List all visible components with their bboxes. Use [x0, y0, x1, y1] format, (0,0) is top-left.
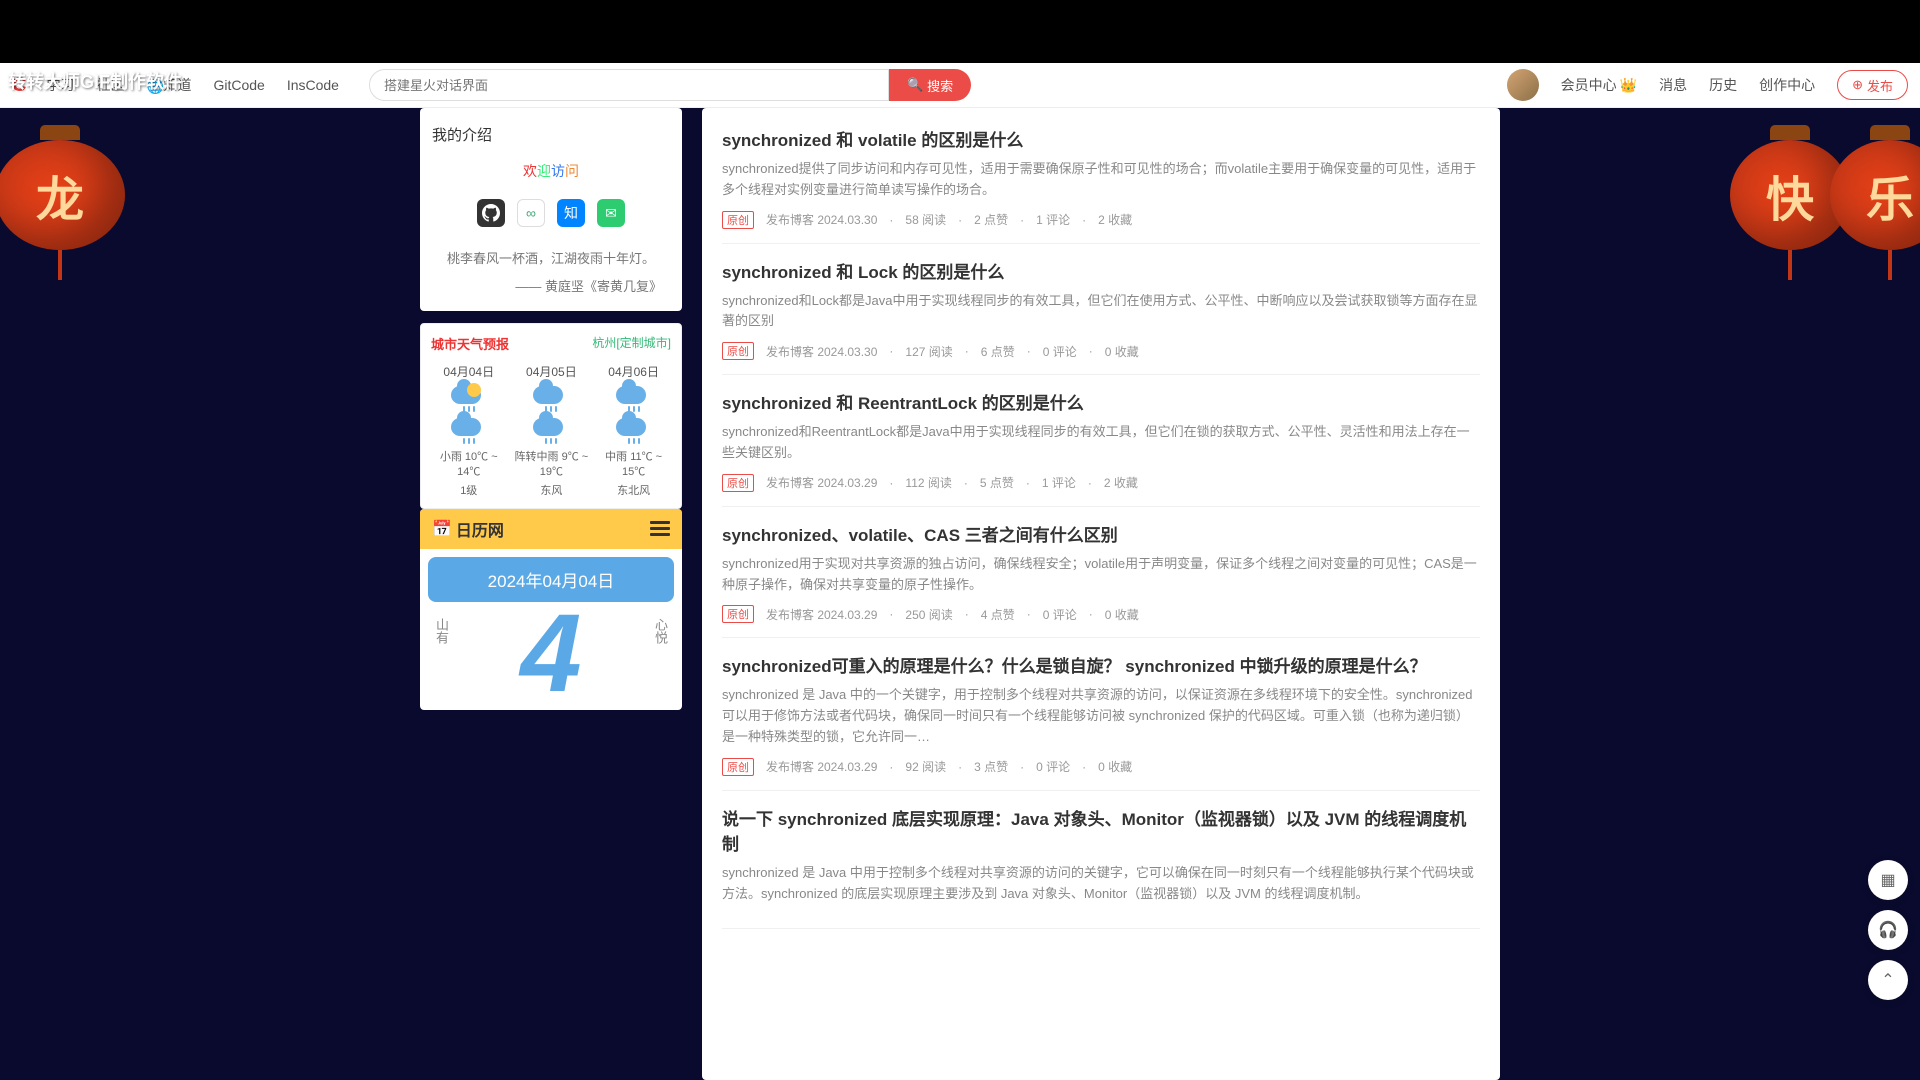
original-badge: 原创	[722, 342, 754, 360]
post-title[interactable]: synchronized 和 ReentrantLock 的区别是什么	[722, 389, 1480, 414]
history-link[interactable]: 历史	[1709, 75, 1737, 95]
calendar-icon: 📅	[432, 519, 452, 539]
search-icon: 🔍	[907, 77, 923, 93]
vip-link[interactable]: 会员中心👑	[1561, 75, 1637, 95]
weather-icon	[616, 418, 652, 446]
avatar[interactable]	[1507, 69, 1539, 101]
post-title[interactable]: synchronized 和 Lock 的区别是什么	[722, 258, 1480, 283]
header-right: 会员中心👑 消息 历史 创作中心 ⊕发布	[1507, 69, 1908, 101]
post-item: synchronized可重入的原理是什么？什么是锁自旋？ synchroniz…	[722, 638, 1480, 790]
weather-day: 04月05日 阵转中雨 9℃ ~ 19℃ 东风	[507, 363, 597, 498]
support-button[interactable]: 🎧	[1868, 910, 1908, 950]
search-area: 🔍搜索	[369, 69, 1507, 101]
publish-button[interactable]: ⊕发布	[1837, 70, 1908, 100]
post-title[interactable]: synchronized可重入的原理是什么？什么是锁自旋？ synchroniz…	[722, 652, 1480, 677]
intro-card: 我的介绍 欢迎访问 ∞ 知 ✉ 桃李春风一杯酒，江湖夜雨十年灯。 —— 黄庭坚《…	[420, 108, 682, 311]
post-item: synchronized 和 volatile 的区别是什么 synchroni…	[722, 112, 1480, 244]
lantern-left: 龙	[0, 100, 150, 350]
original-badge: 原创	[722, 758, 754, 776]
original-badge: 原创	[722, 474, 754, 492]
black-topbar	[0, 0, 1920, 63]
intro-title: 我的介绍	[432, 124, 670, 145]
calendar-day: 4	[451, 610, 651, 698]
cal-left-text: 山有	[432, 610, 451, 644]
original-badge: 原创	[722, 605, 754, 623]
search-input[interactable]	[369, 69, 889, 101]
plus-icon: ⊕	[1852, 77, 1863, 93]
welcome-text: 欢迎访问	[432, 161, 670, 181]
calendar-title: 📅日历网	[432, 517, 504, 541]
weather-city[interactable]: 杭州[定制城市]	[592, 334, 671, 353]
weather-day: 04月06日 中雨 11℃ ~ 15℃ 东北风	[596, 363, 671, 498]
post-item: synchronized、volatile、CAS 三者之间有什么区别 sync…	[722, 507, 1480, 639]
float-buttons: ▦ 🎧 ⌃	[1868, 860, 1908, 1000]
chevron-up-icon: ⌃	[1881, 970, 1894, 990]
post-item: synchronized 和 ReentrantLock 的区别是什么 sync…	[722, 375, 1480, 507]
sidebar: 我的介绍 欢迎访问 ∞ 知 ✉ 桃李春风一杯酒，江湖夜雨十年灯。 —— 黄庭坚《…	[420, 108, 682, 1080]
post-excerpt: synchronized提供了同步访问和内存可见性，适用于需要确保原子性和可见性…	[722, 159, 1480, 201]
post-item: synchronized 和 Lock 的区别是什么 synchronized和…	[722, 244, 1480, 376]
post-meta: 原创 发布博客 2024.03.29·112 阅读·5 点赞·1 评论·2 收藏	[722, 474, 1480, 492]
mail-icon[interactable]: ✉	[597, 199, 625, 227]
weather-card: 城市天气预报 杭州[定制城市] 04月04日 小雨 10℃ ~ 14℃ 1级 0…	[420, 323, 682, 509]
watermark: 转转大师GIF制作软件	[8, 68, 182, 94]
weather-icon	[533, 418, 569, 446]
search-button[interactable]: 🔍搜索	[889, 69, 971, 101]
post-excerpt: synchronized和ReentrantLock都是Java中用于实现线程同…	[722, 422, 1480, 464]
cc-icon[interactable]: ∞	[517, 199, 545, 227]
poem-author: —— 黄庭坚《寄黄几复》	[432, 276, 670, 295]
github-icon[interactable]	[477, 199, 505, 227]
social-row: ∞ 知 ✉	[432, 199, 670, 227]
create-link[interactable]: 创作中心	[1759, 75, 1815, 95]
nav-gitcode[interactable]: GitCode	[213, 77, 264, 93]
post-title[interactable]: synchronized、volatile、CAS 三者之间有什么区别	[722, 521, 1480, 546]
headset-icon: 🎧	[1878, 920, 1898, 940]
top-button[interactable]: ⌃	[1868, 960, 1908, 1000]
original-badge: 原创	[722, 211, 754, 229]
weather-icon	[451, 386, 487, 414]
calendar-card: 📅日历网 2024年04月04日 山有 4 心悦	[420, 509, 682, 710]
post-item: 说一下 synchronized 底层实现原理：Java 对象头、Monitor…	[722, 791, 1480, 930]
header: C 学习 社区 🌐知道 GitCode InsCode 🔍搜索 会员中心👑 消息…	[0, 63, 1920, 108]
post-meta: 原创 发布博客 2024.03.30·127 阅读·6 点赞·0 评论·0 收藏	[722, 342, 1480, 360]
weather-icon	[616, 386, 652, 414]
weather-icon	[451, 418, 487, 446]
weather-icon	[533, 386, 569, 414]
main-content: synchronized 和 volatile 的区别是什么 synchroni…	[702, 108, 1500, 1080]
nav-inscode[interactable]: InsCode	[287, 77, 339, 93]
cal-right-text: 心悦	[651, 610, 670, 644]
lantern-right: 快 乐	[1770, 100, 1920, 350]
messages-link[interactable]: 消息	[1659, 75, 1687, 95]
menu-icon[interactable]	[650, 518, 670, 539]
qr-button[interactable]: ▦	[1868, 860, 1908, 900]
post-excerpt: synchronized和Lock都是Java中用于实现线程同步的有效工具，但它…	[722, 291, 1480, 333]
weather-day: 04月04日 小雨 10℃ ~ 14℃ 1级	[431, 363, 507, 498]
post-title[interactable]: synchronized 和 volatile 的区别是什么	[722, 126, 1480, 151]
poem-text: 桃李春风一杯酒，江湖夜雨十年灯。	[432, 247, 670, 270]
zhihu-icon[interactable]: 知	[557, 199, 585, 227]
post-title[interactable]: 说一下 synchronized 底层实现原理：Java 对象头、Monitor…	[722, 805, 1480, 855]
post-meta: 原创 发布博客 2024.03.30·58 阅读·2 点赞·1 评论·2 收藏	[722, 211, 1480, 229]
post-meta: 原创 发布博客 2024.03.29·250 阅读·4 点赞·0 评论·0 收藏	[722, 605, 1480, 623]
post-excerpt: synchronized 是 Java 中用于控制多个线程对共享资源的访问的关键…	[722, 863, 1480, 905]
post-excerpt: synchronized 是 Java 中的一个关键字，用于控制多个线程对共享资…	[722, 685, 1480, 747]
crown-icon: 👑	[1620, 77, 1637, 94]
post-meta: 原创 发布博客 2024.03.29·92 阅读·3 点赞·0 评论·0 收藏	[722, 758, 1480, 776]
post-excerpt: synchronized用于实现对共享资源的独占访问，确保线程安全；volati…	[722, 554, 1480, 596]
weather-title: 城市天气预报	[431, 334, 509, 353]
qr-icon: ▦	[1880, 870, 1895, 890]
